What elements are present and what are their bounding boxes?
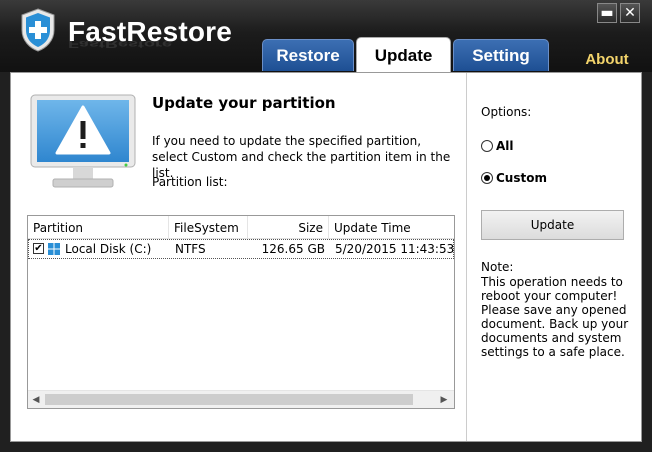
options-label: Options: (481, 105, 532, 119)
app-title-reflection: FastRestore (68, 39, 173, 50)
left-pane: Update your partition If you need to upd… (11, 73, 467, 441)
tab-update[interactable]: Update (356, 37, 451, 72)
close-icon: ✕ (624, 5, 636, 21)
radio-all-label[interactable]: All (496, 139, 514, 153)
update-button[interactable]: Update (481, 210, 624, 240)
radio-unselected-icon[interactable] (481, 140, 493, 152)
radio-custom-label[interactable]: Custom (496, 171, 547, 185)
column-header-partition[interactable]: Partition (28, 216, 169, 238)
radio-selected-icon[interactable] (481, 172, 493, 184)
monitor-warning-icon (30, 94, 136, 188)
row-checkbox[interactable]: ✔ (33, 243, 44, 254)
column-header-filesystem[interactable]: FileSystem (169, 216, 248, 238)
cell-update-time: 5/20/2015 11:43:53 (335, 242, 455, 256)
check-icon: ✔ (34, 243, 43, 254)
table-row[interactable]: ✔ Local Disk (C:) NTFS 126.65 GB 5/20/20… (28, 239, 454, 259)
column-header-size[interactable]: Size (248, 216, 329, 238)
column-header-update-time[interactable]: Update Time (329, 216, 454, 238)
tab-restore[interactable]: Restore (262, 39, 354, 71)
cell-size: 126.65 GB (261, 242, 325, 256)
cell-partition: Local Disk (C:) (65, 242, 152, 256)
windows-disk-icon (48, 243, 60, 255)
cell-filesystem: NTFS (175, 242, 206, 256)
note-text: This operation needs to reboot your comp… (481, 275, 629, 359)
right-pane: Options: All Custom Update Note: This op… (467, 73, 641, 441)
minimize-button[interactable]: ▬ (597, 3, 617, 23)
instruction-text: If you need to update the specified part… (152, 134, 451, 180)
scroll-thumb[interactable] (45, 394, 413, 405)
update-panel: Update your partition If you need to upd… (10, 72, 642, 442)
title-bar: FastRestore FastRestore ▬ ✕ Restore Upda… (0, 0, 652, 72)
partition-list-label: Partition list: (152, 175, 228, 189)
partition-list[interactable]: Partition FileSystem Size Update Time ✔ (27, 215, 455, 409)
note-title: Note: (481, 260, 514, 274)
minimize-icon: ▬ (600, 5, 614, 21)
app-window: FastRestore FastRestore ▬ ✕ Restore Upda… (0, 0, 652, 452)
shield-plus-icon (21, 8, 55, 52)
close-button[interactable]: ✕ (620, 3, 640, 23)
scroll-right-icon[interactable]: ▶ (438, 394, 450, 406)
tab-setting[interactable]: Setting (453, 39, 549, 71)
page-title: Update your partition (152, 94, 336, 112)
scroll-left-icon[interactable]: ◀ (30, 394, 42, 406)
list-header: Partition FileSystem Size Update Time (28, 216, 454, 239)
horizontal-scrollbar[interactable]: ◀ ▶ (28, 390, 454, 408)
